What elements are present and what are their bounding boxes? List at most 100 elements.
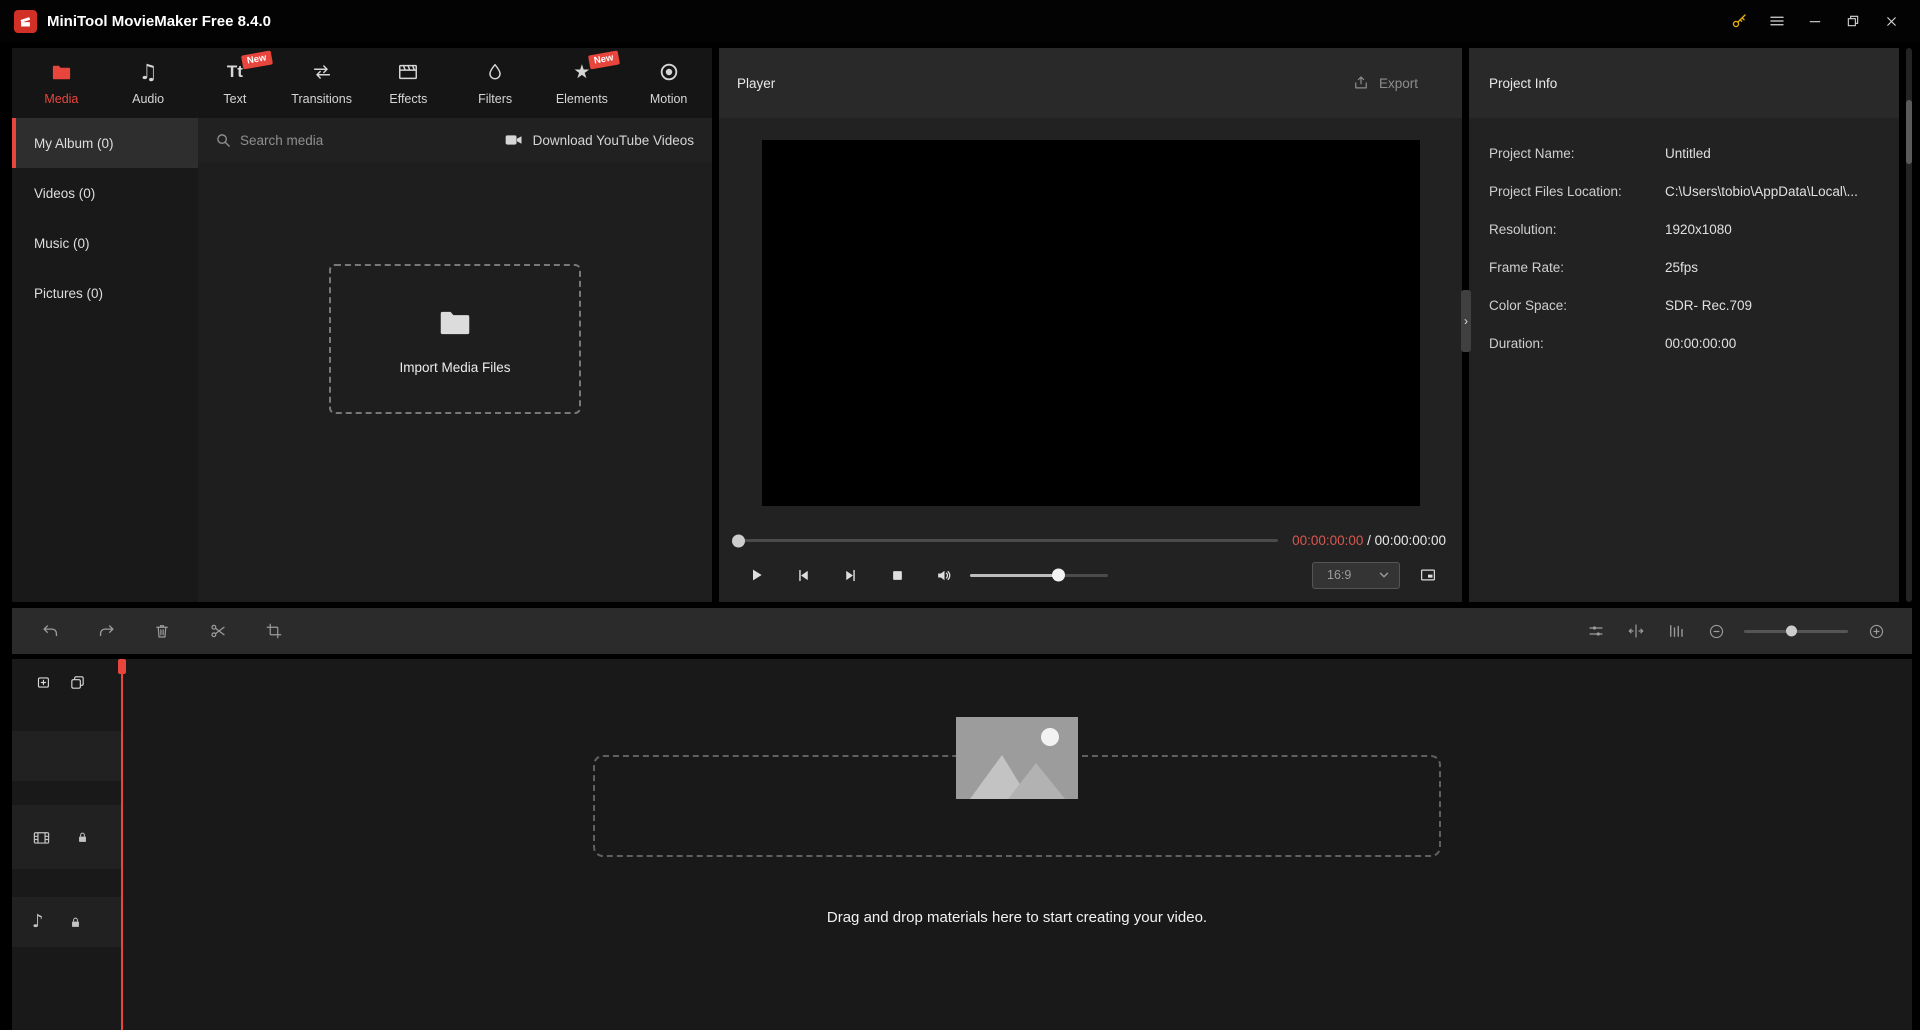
audio-track-header[interactable]: ♪ bbox=[12, 897, 121, 947]
project-field-label: Duration: bbox=[1489, 335, 1544, 351]
timeline-dropzone[interactable] bbox=[593, 717, 1441, 857]
lock-icon[interactable] bbox=[75, 830, 90, 845]
project-info-title: Project Info bbox=[1489, 75, 1558, 91]
volume-handle[interactable] bbox=[1052, 568, 1066, 582]
tab-audio[interactable]: ♫ Audio bbox=[105, 48, 192, 118]
search-icon bbox=[216, 133, 231, 148]
close-button[interactable] bbox=[1872, 5, 1910, 37]
hamburger-menu-icon bbox=[1768, 12, 1786, 30]
tab-filters[interactable]: Filters bbox=[452, 48, 539, 118]
volume-slider[interactable] bbox=[970, 568, 1108, 582]
download-youtube-button[interactable]: Download YouTube Videos bbox=[504, 130, 694, 150]
tab-effects[interactable]: Effects bbox=[365, 48, 452, 118]
collapse-panel-handle[interactable]: › bbox=[1461, 290, 1471, 352]
sidebar-item-videos[interactable]: Videos (0) bbox=[12, 168, 198, 218]
sidebar-item-pictures[interactable]: Pictures (0) bbox=[12, 268, 198, 318]
tab-media[interactable]: Media bbox=[18, 48, 105, 118]
volume-button[interactable] bbox=[921, 556, 968, 594]
project-info-row: Resolution: 1920x1080 bbox=[1489, 210, 1879, 248]
media-body: My Album (0) Videos (0) Music (0) Pictur… bbox=[12, 118, 712, 602]
track-options-icon bbox=[1587, 622, 1605, 640]
zoom-in-button[interactable] bbox=[1858, 613, 1894, 649]
stop-button[interactable] bbox=[874, 556, 921, 594]
player-viewport bbox=[761, 140, 1420, 506]
scrollbar-thumb[interactable] bbox=[1906, 100, 1912, 164]
media-library-panel: Media ♫ Audio New Tt Text Transitions Ef… bbox=[12, 48, 712, 602]
zoom-handle[interactable] bbox=[1785, 625, 1797, 637]
maximize-button[interactable] bbox=[1834, 5, 1872, 37]
seek-handle[interactable] bbox=[732, 534, 745, 547]
track-options-button[interactable] bbox=[1578, 613, 1614, 649]
tab-label: Motion bbox=[649, 92, 688, 106]
previous-frame-button[interactable] bbox=[780, 556, 827, 594]
tab-label: Elements bbox=[555, 92, 608, 106]
project-field-label: Color Space: bbox=[1489, 297, 1568, 313]
zoom-out-button[interactable] bbox=[1698, 613, 1734, 649]
timeline-canvas[interactable]: Drag and drop materials here to start cr… bbox=[122, 659, 1912, 1030]
minimize-button[interactable] bbox=[1796, 5, 1834, 37]
project-info-fields: Project Name: Untitled Project Files Loc… bbox=[1469, 118, 1899, 362]
menu-button[interactable] bbox=[1758, 5, 1796, 37]
aspect-ratio-value: 16:9 bbox=[1327, 568, 1352, 582]
new-badge: New bbox=[240, 50, 273, 70]
seek-bar[interactable] bbox=[732, 534, 1279, 547]
timeline-zoom-slider[interactable] bbox=[1744, 625, 1848, 637]
export-label: Export bbox=[1378, 75, 1418, 91]
register-key-button[interactable] bbox=[1720, 5, 1758, 37]
trash-icon bbox=[153, 622, 171, 640]
album-sidebar: My Album (0) Videos (0) Music (0) Pictur… bbox=[12, 118, 198, 602]
video-area bbox=[719, 118, 1462, 523]
play-button[interactable] bbox=[733, 556, 780, 594]
tab-elements[interactable]: New ★ Elements bbox=[539, 48, 626, 118]
media-content: Search media Download YouTube Videos Imp… bbox=[198, 118, 712, 602]
volume-fill bbox=[970, 573, 1059, 577]
search-placeholder: Search media bbox=[240, 132, 324, 148]
search-media-field[interactable]: Search media bbox=[216, 133, 323, 148]
split-button[interactable] bbox=[198, 613, 238, 649]
project-field-label: Frame Rate: bbox=[1489, 259, 1565, 275]
track-column-buttons bbox=[12, 659, 121, 705]
tab-motion[interactable]: Motion bbox=[625, 48, 712, 118]
redo-button[interactable] bbox=[86, 613, 126, 649]
player-title: Player bbox=[737, 75, 776, 91]
timeline: ♪ Drag and drop materials here to start … bbox=[12, 659, 1912, 1030]
import-folder-icon bbox=[436, 304, 474, 342]
video-track-header[interactable] bbox=[12, 805, 121, 869]
fullscreen-button[interactable] bbox=[1408, 556, 1448, 594]
sidebar-item-label: Music (0) bbox=[34, 235, 90, 251]
import-media-button[interactable]: Import Media Files bbox=[329, 264, 581, 414]
sidebar-item-music[interactable]: Music (0) bbox=[12, 218, 198, 268]
scissors-icon bbox=[209, 622, 227, 640]
crop-button[interactable] bbox=[254, 613, 294, 649]
speaker-icon bbox=[935, 566, 954, 585]
playhead-handle[interactable] bbox=[118, 659, 126, 674]
undo-button[interactable] bbox=[30, 613, 70, 649]
total-time: 00:00:00:00 bbox=[1374, 533, 1446, 548]
track-height-button[interactable] bbox=[1658, 613, 1694, 649]
media-toolbar: Search media Download YouTube Videos bbox=[198, 118, 712, 162]
add-track-button[interactable] bbox=[36, 674, 53, 691]
project-field-value: 00:00:00:00 bbox=[1665, 335, 1737, 351]
playhead[interactable] bbox=[118, 659, 126, 1030]
vertical-scrollbar[interactable] bbox=[1906, 48, 1912, 602]
tab-text[interactable]: New Tt Text bbox=[192, 48, 279, 118]
export-button[interactable]: Export bbox=[1352, 74, 1418, 92]
delete-button[interactable] bbox=[142, 613, 182, 649]
sidebar-item-label: My Album (0) bbox=[34, 135, 114, 151]
sidebar-item-my-album[interactable]: My Album (0) bbox=[12, 118, 198, 168]
lock-icon[interactable] bbox=[68, 915, 83, 930]
crop-icon bbox=[265, 622, 283, 640]
import-media-label: Import Media Files bbox=[399, 359, 511, 375]
tab-transitions[interactable]: Transitions bbox=[278, 48, 365, 118]
player-panel: Player Export 00:00:00:00 / 00:00:00:00 bbox=[719, 48, 1462, 602]
sidebar-item-label: Pictures (0) bbox=[34, 285, 104, 301]
aspect-ratio-select[interactable]: 16:9 bbox=[1312, 561, 1400, 589]
project-field-label: Project Files Location: bbox=[1489, 183, 1622, 199]
play-icon bbox=[749, 567, 765, 583]
fit-timeline-button[interactable] bbox=[1618, 613, 1654, 649]
project-field-label: Project Name: bbox=[1489, 145, 1575, 161]
next-frame-button[interactable] bbox=[827, 556, 874, 594]
new-badge: New bbox=[587, 50, 620, 70]
manage-tracks-button[interactable] bbox=[69, 674, 86, 691]
project-info-wrap: › Project Info Project Name: Untitled Pr… bbox=[1461, 48, 1899, 602]
